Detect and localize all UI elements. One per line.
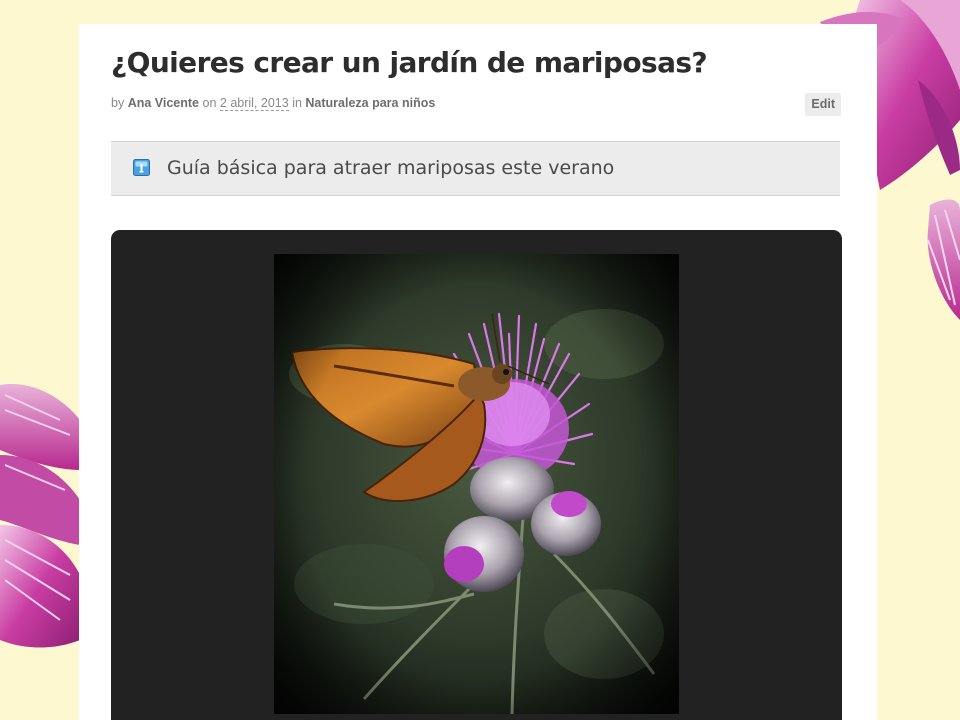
media-frame — [111, 230, 842, 720]
meta-by-label: by — [111, 96, 125, 110]
butterfly-on-thistle-photo[interactable] — [274, 254, 679, 714]
author-link[interactable]: Ana Vicente — [128, 96, 199, 110]
meta-in-label: in — [292, 96, 302, 110]
category-link[interactable]: Naturaleza para niños — [305, 96, 435, 110]
orchid-bottom-left — [0, 384, 80, 648]
post-date-link[interactable]: 2 abril, 2013 — [219, 96, 289, 111]
subtitle-text: Guía básica para atraer mariposas este v… — [167, 157, 615, 179]
post-meta: by Ana Vicente on 2 abril, 2013 in Natur… — [111, 96, 435, 111]
post-title[interactable]: ¿Quieres crear un jardín de mariposas? — [111, 46, 708, 79]
edit-button[interactable]: Edit — [805, 93, 841, 116]
info-note-icon — [133, 159, 150, 176]
subtitle-box: Guía básica para atraer mariposas este v… — [111, 141, 840, 196]
post-card: ¿Quieres crear un jardín de mariposas? b… — [79, 24, 877, 720]
meta-on-label: on — [202, 96, 217, 110]
